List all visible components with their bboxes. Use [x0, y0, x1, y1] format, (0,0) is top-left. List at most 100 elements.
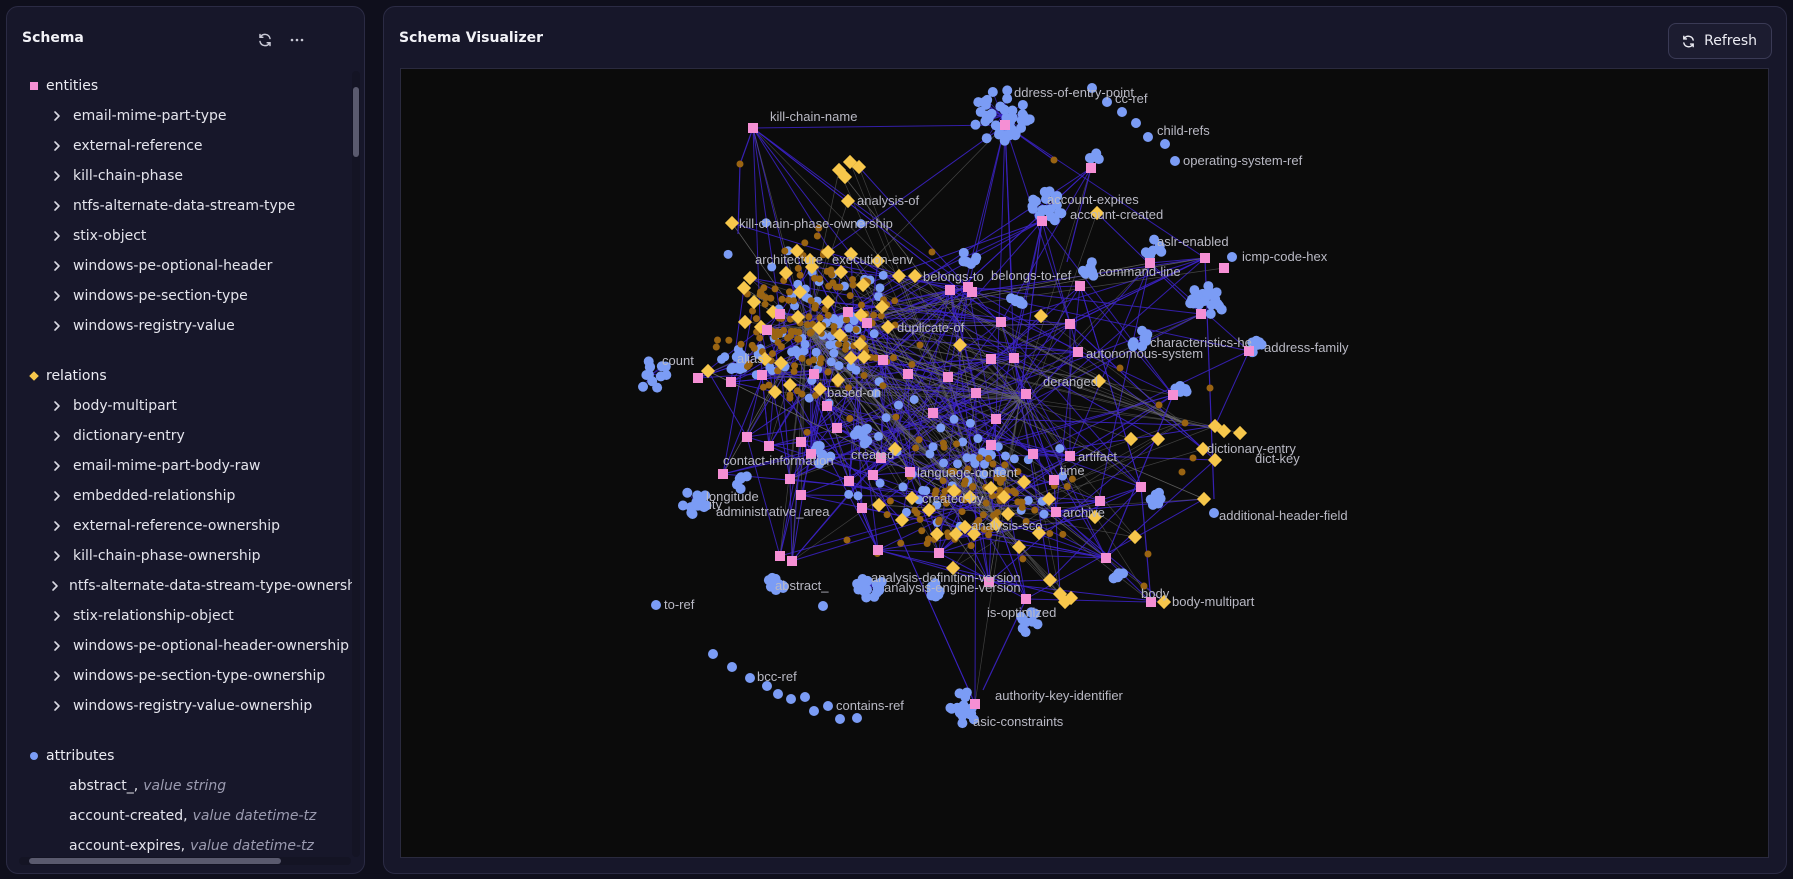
- entity-node[interactable]: [843, 307, 853, 317]
- attribute-node[interactable]: [786, 694, 796, 704]
- role-node[interactable]: [798, 354, 806, 362]
- chevron-right-icon[interactable]: [49, 198, 65, 214]
- attribute-node[interactable]: [844, 489, 854, 499]
- tree-item[interactable]: kill-chain-phase-ownership: [23, 541, 357, 571]
- attribute-node[interactable]: [661, 369, 672, 380]
- role-node[interactable]: [916, 341, 924, 349]
- entity-node[interactable]: [1028, 449, 1038, 459]
- attribute-node[interactable]: [878, 270, 888, 280]
- relation-node[interactable]: [1127, 529, 1143, 545]
- role-node[interactable]: [849, 275, 857, 283]
- chevron-right-icon[interactable]: [49, 288, 65, 304]
- attribute-node[interactable]: [1019, 112, 1030, 123]
- role-node[interactable]: [712, 343, 720, 351]
- chevron-right-icon[interactable]: [49, 458, 65, 474]
- entity-node[interactable]: [764, 441, 774, 451]
- role-node[interactable]: [915, 436, 923, 444]
- role-node[interactable]: [778, 295, 786, 303]
- entity-node[interactable]: [1021, 594, 1031, 604]
- role-node[interactable]: [912, 444, 920, 452]
- entity-node[interactable]: [822, 401, 832, 411]
- role-node[interactable]: [886, 497, 894, 505]
- tree-item[interactable]: windows-registry-value-ownership: [23, 691, 357, 721]
- role-node[interactable]: [877, 312, 885, 320]
- entity-node[interactable]: [1000, 120, 1010, 130]
- attribute-node[interactable]: [829, 348, 839, 358]
- role-node[interactable]: [786, 391, 794, 399]
- entity-node[interactable]: [718, 469, 728, 479]
- role-node[interactable]: [824, 368, 832, 376]
- attribute-node[interactable]: [800, 692, 810, 702]
- role-node[interactable]: [870, 311, 878, 319]
- attribute-node[interactable]: [1199, 295, 1210, 306]
- attribute-node[interactable]: [727, 662, 737, 672]
- attribute-node[interactable]: [973, 434, 983, 444]
- role-node[interactable]: [737, 340, 745, 348]
- chevron-right-icon[interactable]: [49, 518, 65, 534]
- chevron-right-icon[interactable]: [49, 168, 65, 184]
- attribute-node[interactable]: [1186, 294, 1197, 305]
- attribute-node[interactable]: [1002, 93, 1013, 104]
- role-node[interactable]: [1178, 468, 1186, 476]
- attribute-node[interactable]: [1143, 249, 1154, 260]
- refresh-icon[interactable]: [254, 29, 276, 51]
- attribute-node[interactable]: [909, 395, 919, 405]
- role-node[interactable]: [846, 414, 854, 422]
- scrollbar-thumb[interactable]: [353, 87, 359, 157]
- attribute-node[interactable]: [958, 700, 969, 711]
- attribute-node[interactable]: [799, 346, 809, 356]
- entity-node[interactable]: [862, 318, 872, 328]
- entity-node[interactable]: [1219, 263, 1229, 273]
- role-node[interactable]: [1189, 454, 1197, 462]
- role-node[interactable]: [843, 316, 851, 324]
- attribute-node[interactable]: [741, 471, 752, 482]
- entity-node[interactable]: [1049, 475, 1059, 485]
- attribute-node[interactable]: [936, 423, 946, 433]
- entity-node[interactable]: [762, 325, 772, 335]
- attribute-node[interactable]: [823, 701, 833, 711]
- role-node[interactable]: [813, 232, 821, 240]
- entity-node[interactable]: [775, 551, 785, 561]
- attribute-node[interactable]: [999, 135, 1010, 146]
- role-node[interactable]: [857, 301, 865, 309]
- entity-node[interactable]: [934, 548, 944, 558]
- attribute-node[interactable]: [962, 453, 972, 463]
- attribute-node[interactable]: [970, 119, 981, 130]
- entity-node[interactable]: [1065, 319, 1075, 329]
- chevron-right-icon[interactable]: [49, 548, 65, 564]
- role-node[interactable]: [796, 271, 804, 279]
- chevron-right-icon[interactable]: [49, 608, 65, 624]
- relation-node[interactable]: [724, 215, 740, 231]
- entity-node[interactable]: [775, 309, 785, 319]
- attribute-node[interactable]: [1037, 204, 1048, 215]
- attribute-node[interactable]: [1131, 118, 1141, 128]
- attribute-item[interactable]: account-created, value datetime-tz: [23, 801, 357, 831]
- entity-node[interactable]: [1009, 353, 1019, 363]
- role-node[interactable]: [762, 294, 770, 302]
- attribute-item[interactable]: account-expires, value datetime-tz: [23, 831, 357, 857]
- entity-node[interactable]: [878, 355, 888, 365]
- chevron-right-icon[interactable]: [49, 228, 65, 244]
- role-node[interactable]: [736, 160, 744, 168]
- relation-node[interactable]: [1232, 425, 1248, 441]
- entity-node[interactable]: [943, 372, 953, 382]
- entity-node[interactable]: [693, 373, 703, 383]
- role-node[interactable]: [1011, 489, 1019, 497]
- entity-node[interactable]: [1065, 451, 1075, 461]
- entity-node[interactable]: [726, 377, 736, 387]
- attribute-node[interactable]: [723, 249, 733, 259]
- entity-node[interactable]: [971, 388, 981, 398]
- attribute-node[interactable]: [1143, 132, 1153, 142]
- role-node[interactable]: [803, 321, 811, 329]
- role-node[interactable]: [1155, 401, 1163, 409]
- attribute-node[interactable]: [987, 87, 998, 98]
- scrollbar-thumb[interactable]: [29, 858, 281, 864]
- role-node[interactable]: [811, 304, 819, 312]
- role-node[interactable]: [1206, 384, 1214, 392]
- role-node[interactable]: [795, 335, 803, 343]
- attribute-node[interactable]: [809, 706, 819, 716]
- attribute-node[interactable]: [1227, 252, 1237, 262]
- entity-node[interactable]: [1037, 216, 1047, 226]
- role-node[interactable]: [805, 358, 813, 366]
- attribute-node[interactable]: [857, 426, 868, 437]
